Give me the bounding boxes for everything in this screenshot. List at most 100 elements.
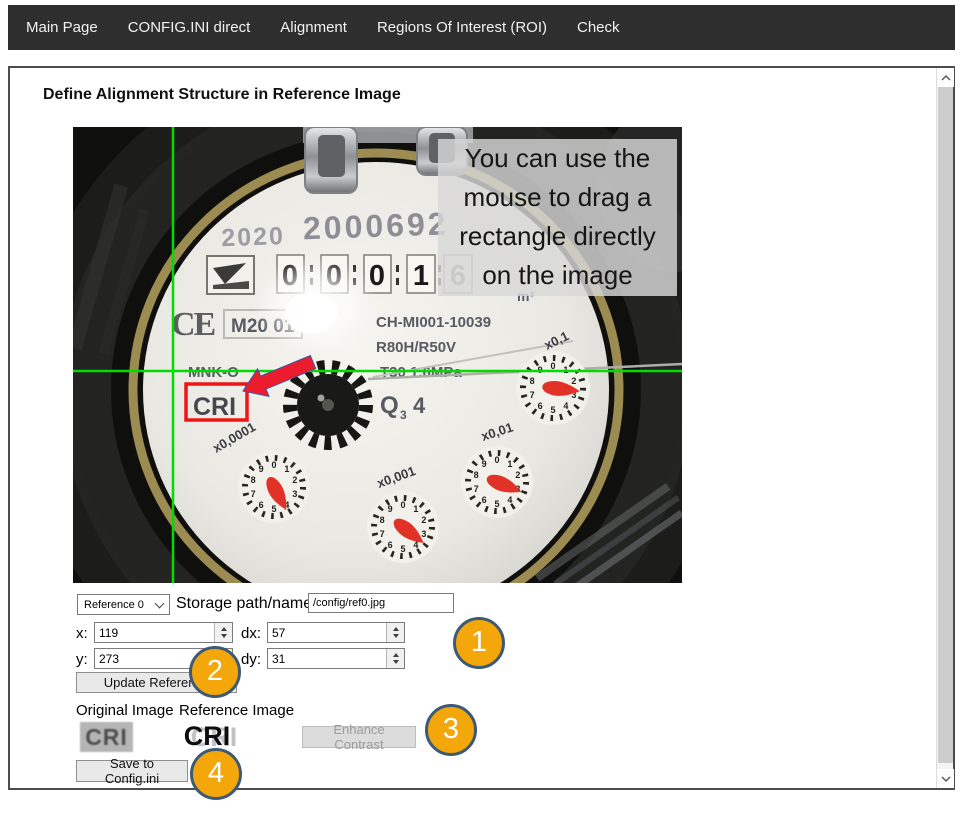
svg-text:3: 3 [400,408,407,422]
ce-mark: CE [171,306,215,343]
x-spinner[interactable] [214,623,232,642]
scrollbar-down-icon [941,776,951,782]
y-label: y: [76,651,88,668]
svg-text:2: 2 [515,470,520,480]
hint-line: You can use the [438,139,677,178]
nav-config-ini-direct[interactable]: CONFIG.INI direct [128,19,251,36]
svg-text:8: 8 [474,470,479,480]
svg-text:0: 0 [494,455,499,465]
page-title: Define Alignment Structure in Reference … [43,86,401,104]
scrollbar-up-button[interactable] [937,68,954,87]
svg-text:6: 6 [482,495,487,505]
vertical-scrollbar[interactable] [936,68,953,788]
svg-text:2: 2 [421,515,426,525]
svg-text:7: 7 [474,484,479,494]
top-nav: Main Page CONFIG.INI direct Alignment Re… [8,5,955,50]
scrollbar-down-button[interactable] [937,769,954,788]
svg-text:7: 7 [530,390,535,400]
svg-text:5: 5 [494,499,499,509]
nav-main-page[interactable]: Main Page [26,19,98,36]
storage-path-input[interactable] [308,593,454,613]
dial-x001: 01 23 45 67 89 [461,446,533,518]
svg-text:1: 1 [284,464,289,474]
hint-line: rectangle directly [438,217,677,256]
hint-line: mouse to drag a [438,178,677,217]
nav-alignment[interactable]: Alignment [280,19,347,36]
annotation-badge-2: 2 [189,646,241,698]
scrollbar-thumb[interactable] [938,87,953,763]
svg-text:0: 0 [271,460,276,470]
brand-label: MNK-O [188,364,239,381]
svg-text:8: 8 [530,376,535,386]
dx-label: dx: [241,625,261,642]
reference-image-label: Reference Image [179,702,294,719]
svg-text:0: 0 [550,361,555,371]
svg-text:4: 4 [563,401,568,411]
spin-up-icon [393,653,399,657]
dy-label: dy: [241,651,261,668]
svg-text:5: 5 [400,544,405,554]
storage-path-label: Storage path/name: [176,595,317,613]
reference-select-value: Reference 0 [84,599,144,611]
svg-text:5: 5 [550,405,555,415]
svg-text:6: 6 [259,500,264,510]
scrollbar-up-icon [941,75,951,81]
page: Main Page CONFIG.INI direct Alignment Re… [0,0,960,816]
dx-input[interactable] [267,622,405,643]
x-label: x: [76,625,88,642]
svg-text:2000692: 2000692 [302,205,449,246]
original-image-label: Original Image [76,702,174,719]
svg-text:1: 1 [507,459,512,469]
svg-text:8: 8 [251,475,256,485]
svg-text:9: 9 [388,504,393,514]
x-input[interactable] [94,622,233,643]
svg-text:2020: 2020 [221,222,286,252]
svg-text:5: 5 [271,504,276,514]
type-line1: CH-MI001-10039 [376,314,491,331]
original-image-thumb: CRI [80,722,133,752]
reference-select[interactable]: Reference 0 [77,594,170,615]
dial-x0001: 01 23 45 67 89 [367,491,439,563]
spin-down-icon [393,660,399,664]
svg-text:3: 3 [421,529,426,539]
svg-text:6: 6 [538,401,543,411]
marker-text: CRI [193,393,236,421]
annotation-badge-3: 3 [425,704,477,756]
save-to-config-button[interactable]: Save to Config.ini [76,760,188,782]
dy-input[interactable] [267,648,405,669]
dial-x00001: 01 23 45 67 89 [238,451,310,523]
spin-up-icon [393,627,399,631]
dx-spinner[interactable] [386,623,404,642]
hint-line: on the image [438,256,677,295]
x-input-wrap [94,622,233,643]
svg-text:8: 8 [380,515,385,525]
dy-input-wrap [267,648,405,669]
svg-text:2: 2 [292,475,297,485]
enhance-contrast-button[interactable]: Enhance Contrast [302,726,416,748]
svg-text:1: 1 [413,260,429,292]
svg-text:3: 3 [292,489,297,499]
annotation-badge-4: 4 [190,748,242,800]
svg-text:6: 6 [388,540,393,550]
svg-text:0: 0 [400,500,405,510]
dy-spinner[interactable] [386,649,404,668]
svg-text:9: 9 [482,459,487,469]
svg-text:4: 4 [413,393,426,418]
spin-down-icon [221,634,227,638]
spin-up-icon [221,627,227,631]
nav-check[interactable]: Check [577,19,620,36]
type-line2: R80H/R50V [376,339,456,356]
dx-input-wrap [267,622,405,643]
svg-text:4: 4 [507,495,512,505]
dial-x01: 01 23 45 67 89 [516,351,590,425]
nav-regions-of-interest[interactable]: Regions Of Interest (ROI) [377,19,547,36]
svg-text:1: 1 [413,504,418,514]
reference-image[interactable]: 2020 2000692 0 0 0 1 6 [73,127,682,583]
spin-down-icon [393,634,399,638]
chevron-down-icon [155,598,165,608]
svg-text:2: 2 [571,376,576,386]
svg-text:Q: Q [380,392,399,419]
svg-text:7: 7 [251,489,256,499]
image-hint-overlay: You can use the mouse to drag a rectangl… [438,139,677,296]
svg-text:9: 9 [259,464,264,474]
